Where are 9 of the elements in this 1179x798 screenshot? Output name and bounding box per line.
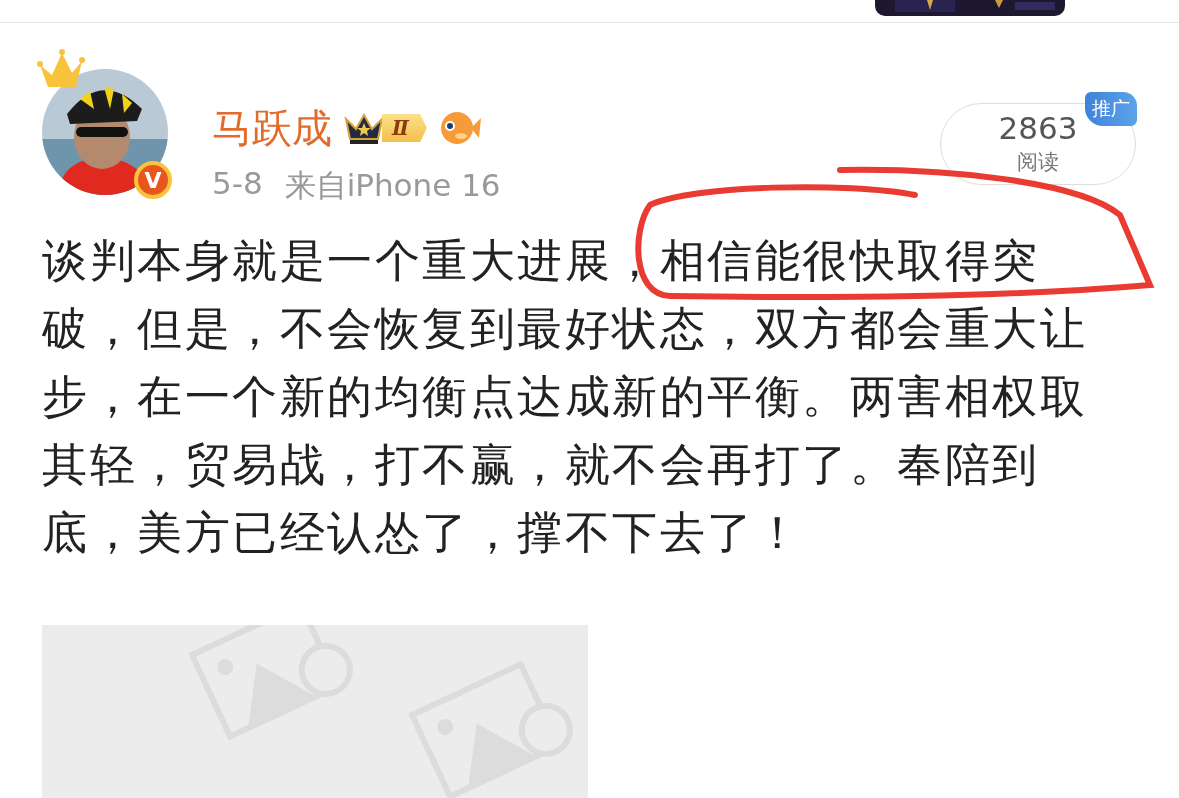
user-name[interactable]: 马跃成 xyxy=(212,100,332,156)
read-label: 阅读 xyxy=(1017,148,1059,176)
verified-badge: V xyxy=(134,161,172,199)
level-badge: Ⅱ xyxy=(342,109,427,147)
post-source: 来自iPhone 16 xyxy=(284,166,501,205)
post-text: 谈判本身就是一个重大进展，相信能很快取得突破，但是，不会恢复到最好状态，双方都会重大让步，在一个新的均衡点达成新的平衡。两害相权取其轻，贸易战，打不赢，就不会再打了。奉陪到底，美方已经认怂了，撑不下去了！ xyxy=(42,233,1088,561)
read-count: 2863 xyxy=(998,112,1078,144)
post-time: 5-8 xyxy=(212,165,263,203)
promoted-tag: 推广 xyxy=(1085,92,1137,126)
